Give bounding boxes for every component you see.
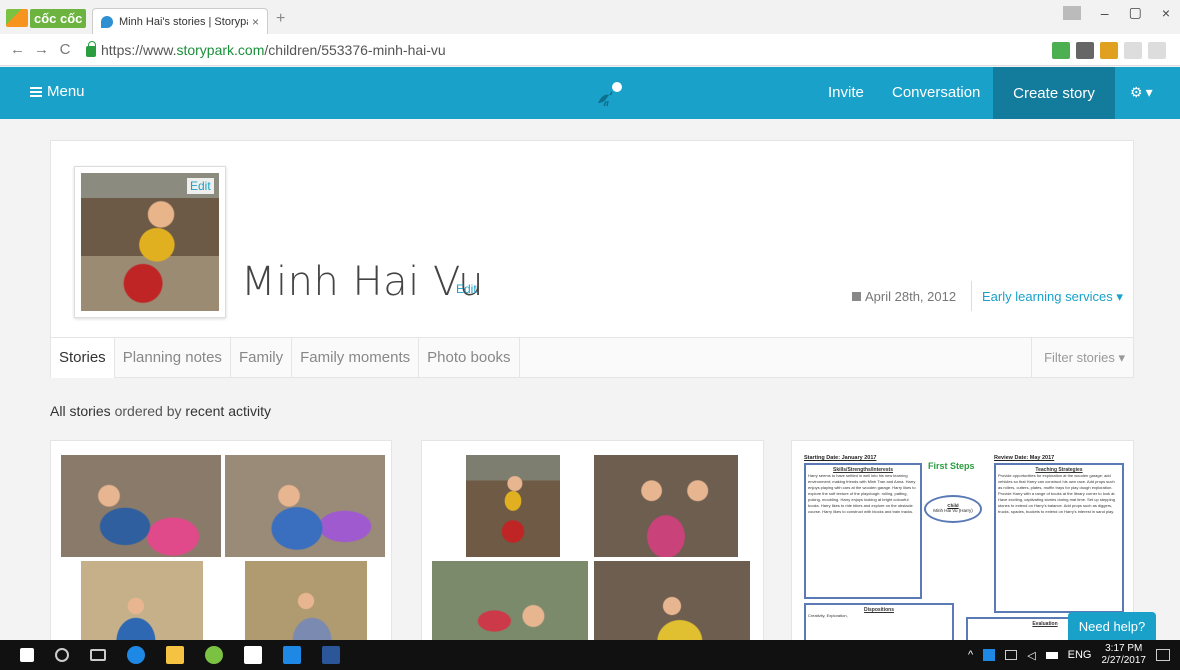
- clock-time: 3:17 PM: [1105, 643, 1143, 654]
- maximize-button[interactable]: ▢: [1129, 4, 1142, 21]
- url-prefix: https://www.: [101, 41, 177, 58]
- user-profile-icon[interactable]: [1062, 5, 1081, 20]
- stories-order-caption: All stories ordered by recent activity: [50, 403, 271, 419]
- story-photo: [466, 455, 560, 557]
- back-button[interactable]: ←: [10, 41, 25, 58]
- network-icon[interactable]: [1005, 650, 1018, 660]
- create-story-button[interactable]: Create story: [993, 67, 1115, 119]
- file-explorer-icon[interactable]: [166, 646, 184, 664]
- story-photo: [225, 455, 385, 557]
- window-controls: – ▢ ×: [1062, 4, 1180, 21]
- browser-tab-bar: cốc cốc Minh Hai's stories | Storypa × +…: [0, 0, 1180, 34]
- tab-photo-books[interactable]: Photo books: [419, 338, 520, 378]
- coccoc-logo-icon: [6, 9, 28, 27]
- clock[interactable]: 3:17 PM 2/27/2017: [1102, 643, 1147, 667]
- birthday-date: April 28th, 2012: [865, 289, 957, 304]
- battery-icon[interactable]: [1045, 651, 1058, 659]
- windows-taskbar: ^ ◁ ENG 3:17 PM 2/27/2017: [0, 640, 1180, 670]
- need-help-button[interactable]: Need help?: [1068, 612, 1156, 642]
- edge-browser-icon[interactable]: [127, 646, 145, 664]
- skills-box: Skills/Strengths/Interests Harry seems t…: [804, 463, 922, 599]
- tab-title: Minh Hai's stories | Storypa: [119, 15, 248, 28]
- url-path: /children/553376-minh-hai-vu: [264, 41, 446, 58]
- browser-brand-name: cốc cốc: [30, 8, 87, 28]
- doc-review-date: Review Date: May 2017: [994, 455, 1055, 461]
- tab-family[interactable]: Family: [231, 338, 293, 378]
- url-field[interactable]: https://www.storypark.com/children/55337…: [101, 42, 446, 58]
- download-icon[interactable]: [1148, 42, 1166, 59]
- first-steps-logo: First Steps: [928, 461, 975, 471]
- menu-label: Menu: [47, 83, 85, 100]
- skype-icon[interactable]: [283, 646, 301, 664]
- order-suffix[interactable]: recent activity: [185, 403, 271, 419]
- shopping-cart-icon[interactable]: [1052, 42, 1070, 59]
- address-bar: ← → C https://www.storypark.com/children…: [0, 34, 1180, 66]
- settings-caret-icon: ▾: [1145, 84, 1153, 100]
- dictionary-icon[interactable]: [1100, 42, 1118, 59]
- tray-app-icon[interactable]: [983, 649, 996, 661]
- edit-name-link[interactable]: Edit: [456, 282, 477, 296]
- settings-menu[interactable]: ⚙ ▾: [1130, 84, 1153, 101]
- tab-close-icon[interactable]: ×: [252, 15, 259, 29]
- invite-link[interactable]: Invite: [828, 84, 864, 101]
- gear-icon: ⚙: [1130, 84, 1143, 100]
- coccoc-taskbar-icon[interactable]: [205, 646, 223, 664]
- volume-icon[interactable]: ◁: [1027, 649, 1035, 662]
- order-prefix: All stories: [50, 403, 111, 419]
- teaching-text: Provide opportunities for exploration at…: [998, 473, 1116, 514]
- gift-icon: [852, 292, 861, 301]
- doc-start-date: Starting Date: January 2017: [804, 455, 877, 461]
- birthday: April 28th, 2012: [852, 289, 956, 304]
- close-window-button[interactable]: ×: [1162, 5, 1170, 21]
- storypark-favicon-icon: [101, 15, 113, 28]
- order-middle: ordered by: [114, 403, 182, 419]
- store-icon[interactable]: [244, 646, 262, 664]
- tab-stories[interactable]: Stories: [51, 338, 115, 378]
- menu-button[interactable]: Menu: [30, 83, 85, 100]
- child-ellipse: Child Minh Hai Vu (Harry): [924, 495, 982, 523]
- notification-icon[interactable]: [1156, 649, 1170, 661]
- app-header: Menu Invite Conversation Create story ⚙ …: [0, 67, 1180, 119]
- language-indicator[interactable]: ENG: [1068, 649, 1092, 661]
- early-learning-services-dropdown[interactable]: Early learning services ▾: [982, 289, 1123, 305]
- system-tray: ^ ◁ ENG 3:17 PM 2/27/2017: [968, 640, 1170, 670]
- divider: [971, 281, 972, 311]
- child-profile-card: Edit Minh Hai Vu Edit April 28th, 2012 E…: [50, 140, 1134, 338]
- story-card[interactable]: [421, 440, 764, 660]
- child-name: Minh Hai Vu: [241, 259, 484, 305]
- profile-photo-frame: Edit: [74, 166, 226, 318]
- tray-chevron-icon[interactable]: ^: [968, 649, 973, 661]
- tab-planning-notes[interactable]: Planning notes: [115, 338, 231, 378]
- dispositions-text: Creativity, Exploration,: [808, 613, 848, 618]
- translate-icon[interactable]: [1076, 42, 1094, 59]
- task-view-icon[interactable]: [90, 649, 106, 661]
- bookmark-star-icon[interactable]: [1124, 42, 1142, 59]
- story-photo: [61, 455, 221, 557]
- doc-child-name: Minh Hai Vu (Harry): [933, 508, 973, 513]
- windows-start-icon[interactable]: [20, 648, 34, 662]
- story-card[interactable]: [50, 440, 392, 660]
- clock-date: 2/27/2017: [1101, 655, 1147, 666]
- hamburger-icon: [30, 86, 42, 97]
- word-icon[interactable]: [322, 646, 340, 664]
- story-photo: [594, 455, 738, 557]
- skills-text: Harry seems to have settled in well into…: [808, 473, 916, 514]
- browser-tab[interactable]: Minh Hai's stories | Storypa ×: [92, 8, 268, 34]
- tab-family-moments[interactable]: Family moments: [292, 338, 420, 378]
- minimize-button[interactable]: –: [1101, 5, 1109, 21]
- lock-icon: [86, 41, 96, 57]
- storypark-logo-icon[interactable]: [594, 81, 624, 107]
- url-host: storypark.com: [176, 41, 265, 58]
- profile-tabs: Stories Planning notes Family Family mom…: [50, 338, 1134, 378]
- search-icon[interactable]: [55, 648, 69, 662]
- filter-stories-dropdown[interactable]: Filter stories ▾: [1031, 338, 1125, 378]
- teaching-box: Teaching Strategies Provide opportunitie…: [994, 463, 1124, 613]
- browser-brand[interactable]: cốc cốc: [6, 8, 87, 28]
- forward-button[interactable]: →: [34, 41, 49, 58]
- edit-photo-link[interactable]: Edit: [187, 178, 214, 194]
- reload-button[interactable]: C: [58, 41, 72, 58]
- conversation-link[interactable]: Conversation: [892, 84, 980, 101]
- new-tab-button[interactable]: +: [276, 10, 285, 28]
- extension-icons: [1052, 42, 1166, 59]
